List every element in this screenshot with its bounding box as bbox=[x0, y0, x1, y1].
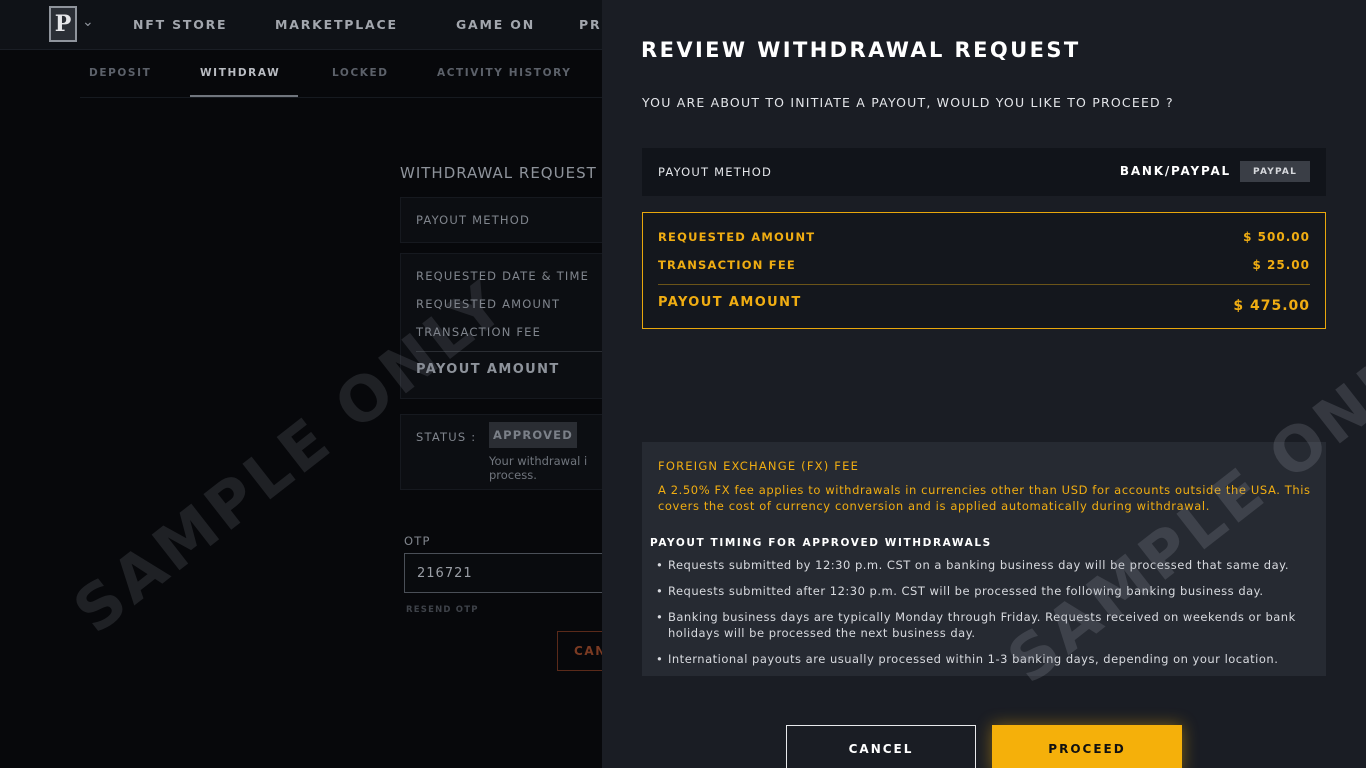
nav-truncated[interactable]: PR bbox=[579, 17, 601, 32]
tab-activity-history[interactable]: ACTIVITY HISTORY bbox=[437, 67, 571, 79]
transaction-fee-value: $ 25.00 bbox=[1252, 258, 1310, 272]
panel-subtitle: YOU ARE ABOUT TO INITIATE A PAYOUT, WOUL… bbox=[642, 95, 1174, 110]
panel-title: REVIEW WITHDRAWAL REQUEST bbox=[641, 38, 1081, 62]
requested-amount-value: $ 500.00 bbox=[1243, 230, 1310, 244]
brand-logo[interactable]: P bbox=[49, 6, 77, 42]
tab-locked[interactable]: LOCKED bbox=[332, 67, 389, 79]
payout-amount-value: $ 475.00 bbox=[1233, 298, 1310, 314]
requested-amount-label: REQUESTED AMOUNT bbox=[658, 230, 816, 244]
payout-method-row: PAYOUT METHOD BANK/PAYPAL PAYPAL bbox=[642, 148, 1326, 196]
chevron-down-icon[interactable]: ⌄ bbox=[82, 14, 94, 30]
payout-timing-title: PAYOUT TIMING FOR APPROVED WITHDRAWALS bbox=[650, 537, 992, 549]
bg-requested-date-label: REQUESTED DATE & TIME bbox=[416, 269, 590, 283]
bg-payout-method-row: PAYOUT METHOD bbox=[400, 197, 615, 243]
nav-marketplace[interactable]: MARKETPLACE bbox=[275, 17, 398, 32]
withdrawal-request-title: WITHDRAWAL REQUEST bbox=[400, 164, 597, 182]
otp-input[interactable]: 216721 bbox=[404, 553, 614, 593]
resend-otp-link[interactable]: RESEND OTP bbox=[406, 605, 479, 615]
timing-item: Requests submitted after 12:30 p.m. CST … bbox=[656, 583, 1320, 599]
timing-item: International payouts are usually proces… bbox=[656, 651, 1320, 667]
bg-status-label: STATUS : bbox=[416, 430, 477, 444]
bg-payout-method-label: PAYOUT METHOD bbox=[416, 213, 531, 227]
otp-label: OTP bbox=[404, 534, 431, 548]
fx-fee-title: FOREIGN EXCHANGE (FX) FEE bbox=[658, 459, 860, 473]
tabs-divider bbox=[80, 97, 610, 98]
payout-method-value: BANK/PAYPAL bbox=[1119, 164, 1231, 178]
bg-status-note: Your withdrawal i process. bbox=[489, 454, 588, 482]
amount-summary-box: REQUESTED AMOUNT $ 500.00 TRANSACTION FE… bbox=[642, 212, 1326, 329]
cancel-button[interactable]: CANCEL bbox=[786, 725, 976, 768]
amount-divider bbox=[658, 284, 1310, 285]
review-panel: REVIEW WITHDRAWAL REQUEST YOU ARE ABOUT … bbox=[602, 0, 1366, 768]
tab-deposit[interactable]: DEPOSIT bbox=[89, 67, 151, 79]
tab-withdraw[interactable]: WITHDRAW bbox=[200, 67, 280, 79]
transaction-fee-label: TRANSACTION FEE bbox=[658, 258, 796, 272]
proceed-button[interactable]: PROCEED bbox=[992, 725, 1182, 768]
bg-status-badge: APPROVED bbox=[489, 422, 577, 448]
page: P ⌄ NFT STORE MARKETPLACE GAME ON PR DEP… bbox=[0, 0, 1366, 768]
payout-amount-label: PAYOUT AMOUNT bbox=[658, 295, 802, 310]
timing-item: Banking business days are typically Mond… bbox=[656, 609, 1320, 641]
nav-game-on[interactable]: GAME ON bbox=[456, 17, 535, 32]
nav-nft-store[interactable]: NFT STORE bbox=[133, 17, 227, 32]
timing-item: Requests submitted by 12:30 p.m. CST on … bbox=[656, 557, 1320, 573]
payout-method-badge: PAYPAL bbox=[1240, 161, 1310, 182]
payout-timing-list: Requests submitted by 12:30 p.m. CST on … bbox=[656, 557, 1320, 677]
payout-method-label: PAYOUT METHOD bbox=[658, 165, 773, 179]
